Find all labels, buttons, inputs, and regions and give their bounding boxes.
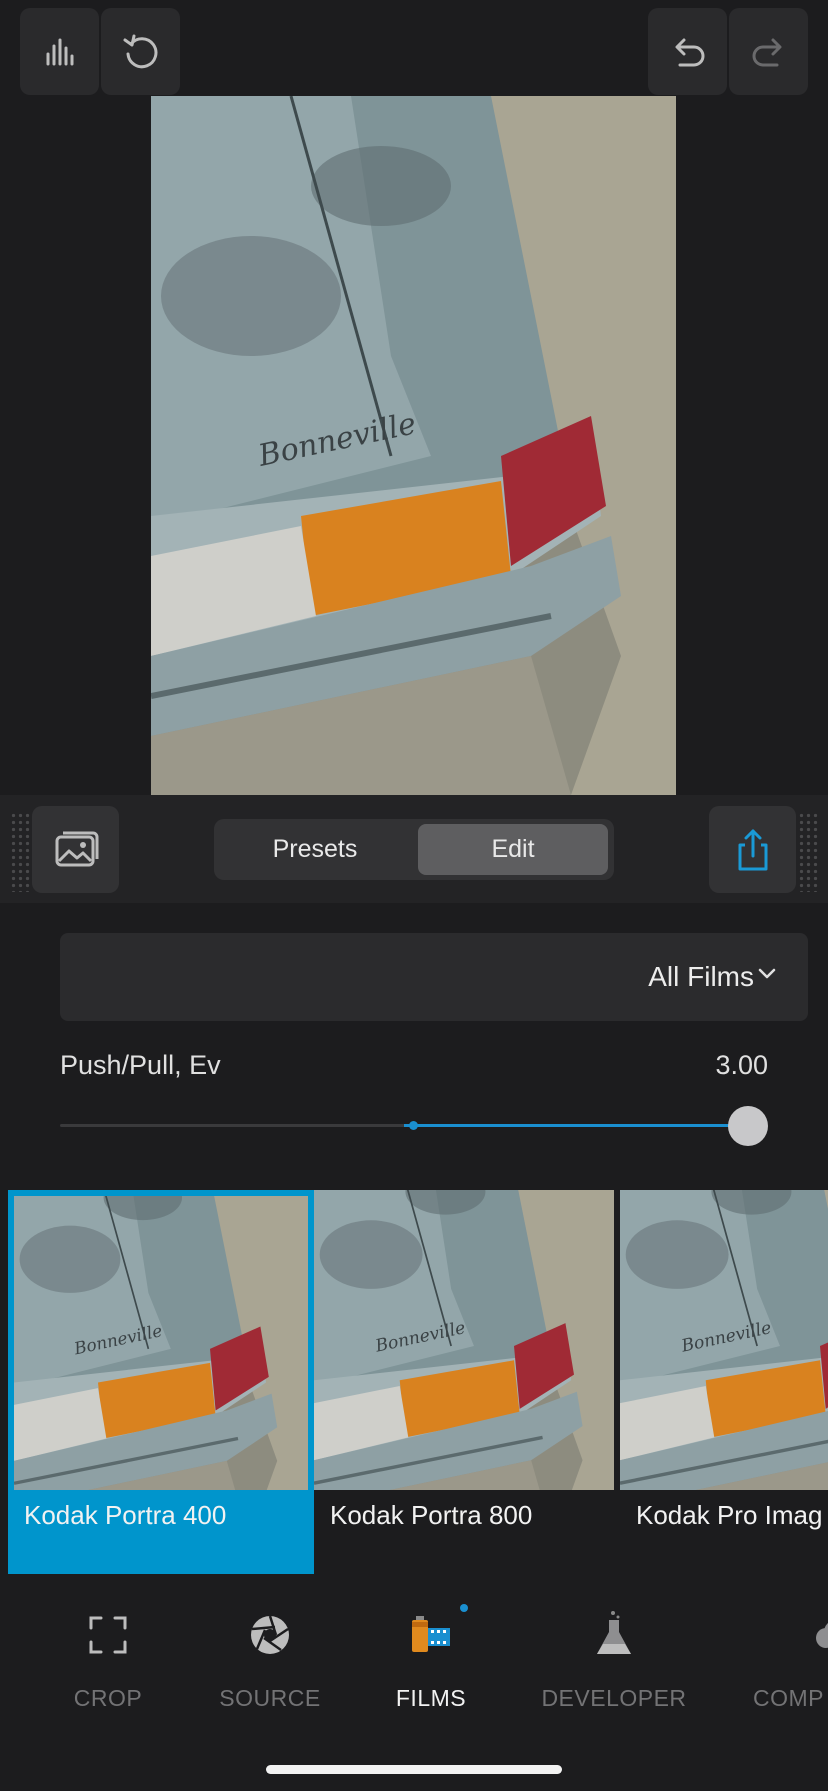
nav-label: SOURCE (219, 1685, 321, 1711)
undo-icon (675, 38, 704, 66)
film-thumbnail (14, 1196, 308, 1490)
notification-dot (460, 1604, 468, 1612)
crop-icon (89, 1616, 127, 1654)
histogram-icon (46, 38, 73, 65)
film-canister-icon (412, 1616, 450, 1652)
film-item-kodak-portra-400[interactable]: Kodak Portra 400 (8, 1190, 314, 1574)
redo-icon (752, 38, 781, 66)
nav-crop[interactable]: CROP (33, 1610, 183, 1730)
slider-center-marker (409, 1121, 418, 1130)
nav-comp[interactable]: COMP (736, 1610, 828, 1730)
film-name: Kodak Portra 400 (24, 1500, 227, 1530)
left-grip (10, 812, 30, 892)
cloud-icon (816, 1623, 828, 1648)
nav-label: FILMS (395, 1685, 467, 1711)
main-photo[interactable] (151, 96, 676, 795)
nav-label: COMP (753, 1685, 824, 1711)
redo-button[interactable] (729, 8, 808, 95)
reset-icon (123, 34, 157, 68)
dropdown-label: All Films (648, 961, 754, 992)
undo-button[interactable] (648, 8, 727, 95)
nav-label: DEVELOPER (541, 1685, 687, 1711)
edit-tab[interactable]: Edit (418, 824, 608, 875)
slider-fill (404, 1124, 748, 1127)
histogram-button[interactable] (20, 8, 99, 95)
home-indicator (266, 1765, 562, 1774)
nav-label: CROP (73, 1685, 143, 1711)
right-grip (798, 812, 818, 892)
film-thumbnail (314, 1190, 614, 1490)
slider-value: 3.00 (715, 1050, 768, 1080)
reset-button[interactable] (101, 8, 180, 95)
film-name: Kodak Portra 800 (330, 1500, 533, 1530)
slider-label: Push/Pull, Ev (60, 1050, 221, 1080)
nav-developer[interactable]: DEVELOPER (539, 1610, 689, 1730)
share-button[interactable] (709, 806, 796, 893)
nav-films[interactable]: FILMS (356, 1604, 506, 1730)
nav-source[interactable]: SOURCE (195, 1610, 345, 1730)
chevron-down-icon (758, 968, 776, 979)
slider-thumb[interactable] (728, 1106, 768, 1146)
film-item-kodak-portra-800[interactable]: Kodak Portra 800 (314, 1190, 620, 1574)
mode-segmented-control: Presets Edit (214, 819, 614, 880)
aperture-icon (251, 1615, 289, 1654)
film-thumbnail (620, 1190, 828, 1490)
gallery-button[interactable] (32, 806, 119, 893)
presets-tab[interactable]: Presets (220, 824, 410, 875)
flask-icon (597, 1611, 631, 1654)
film-name: Kodak Pro Imag (636, 1500, 823, 1530)
film-category-dropdown[interactable]: All Films (60, 933, 808, 1021)
film-item-kodak-pro-image[interactable]: Kodak Pro Imag (620, 1190, 828, 1574)
gallery-icon (55, 831, 98, 866)
share-icon (738, 829, 767, 870)
